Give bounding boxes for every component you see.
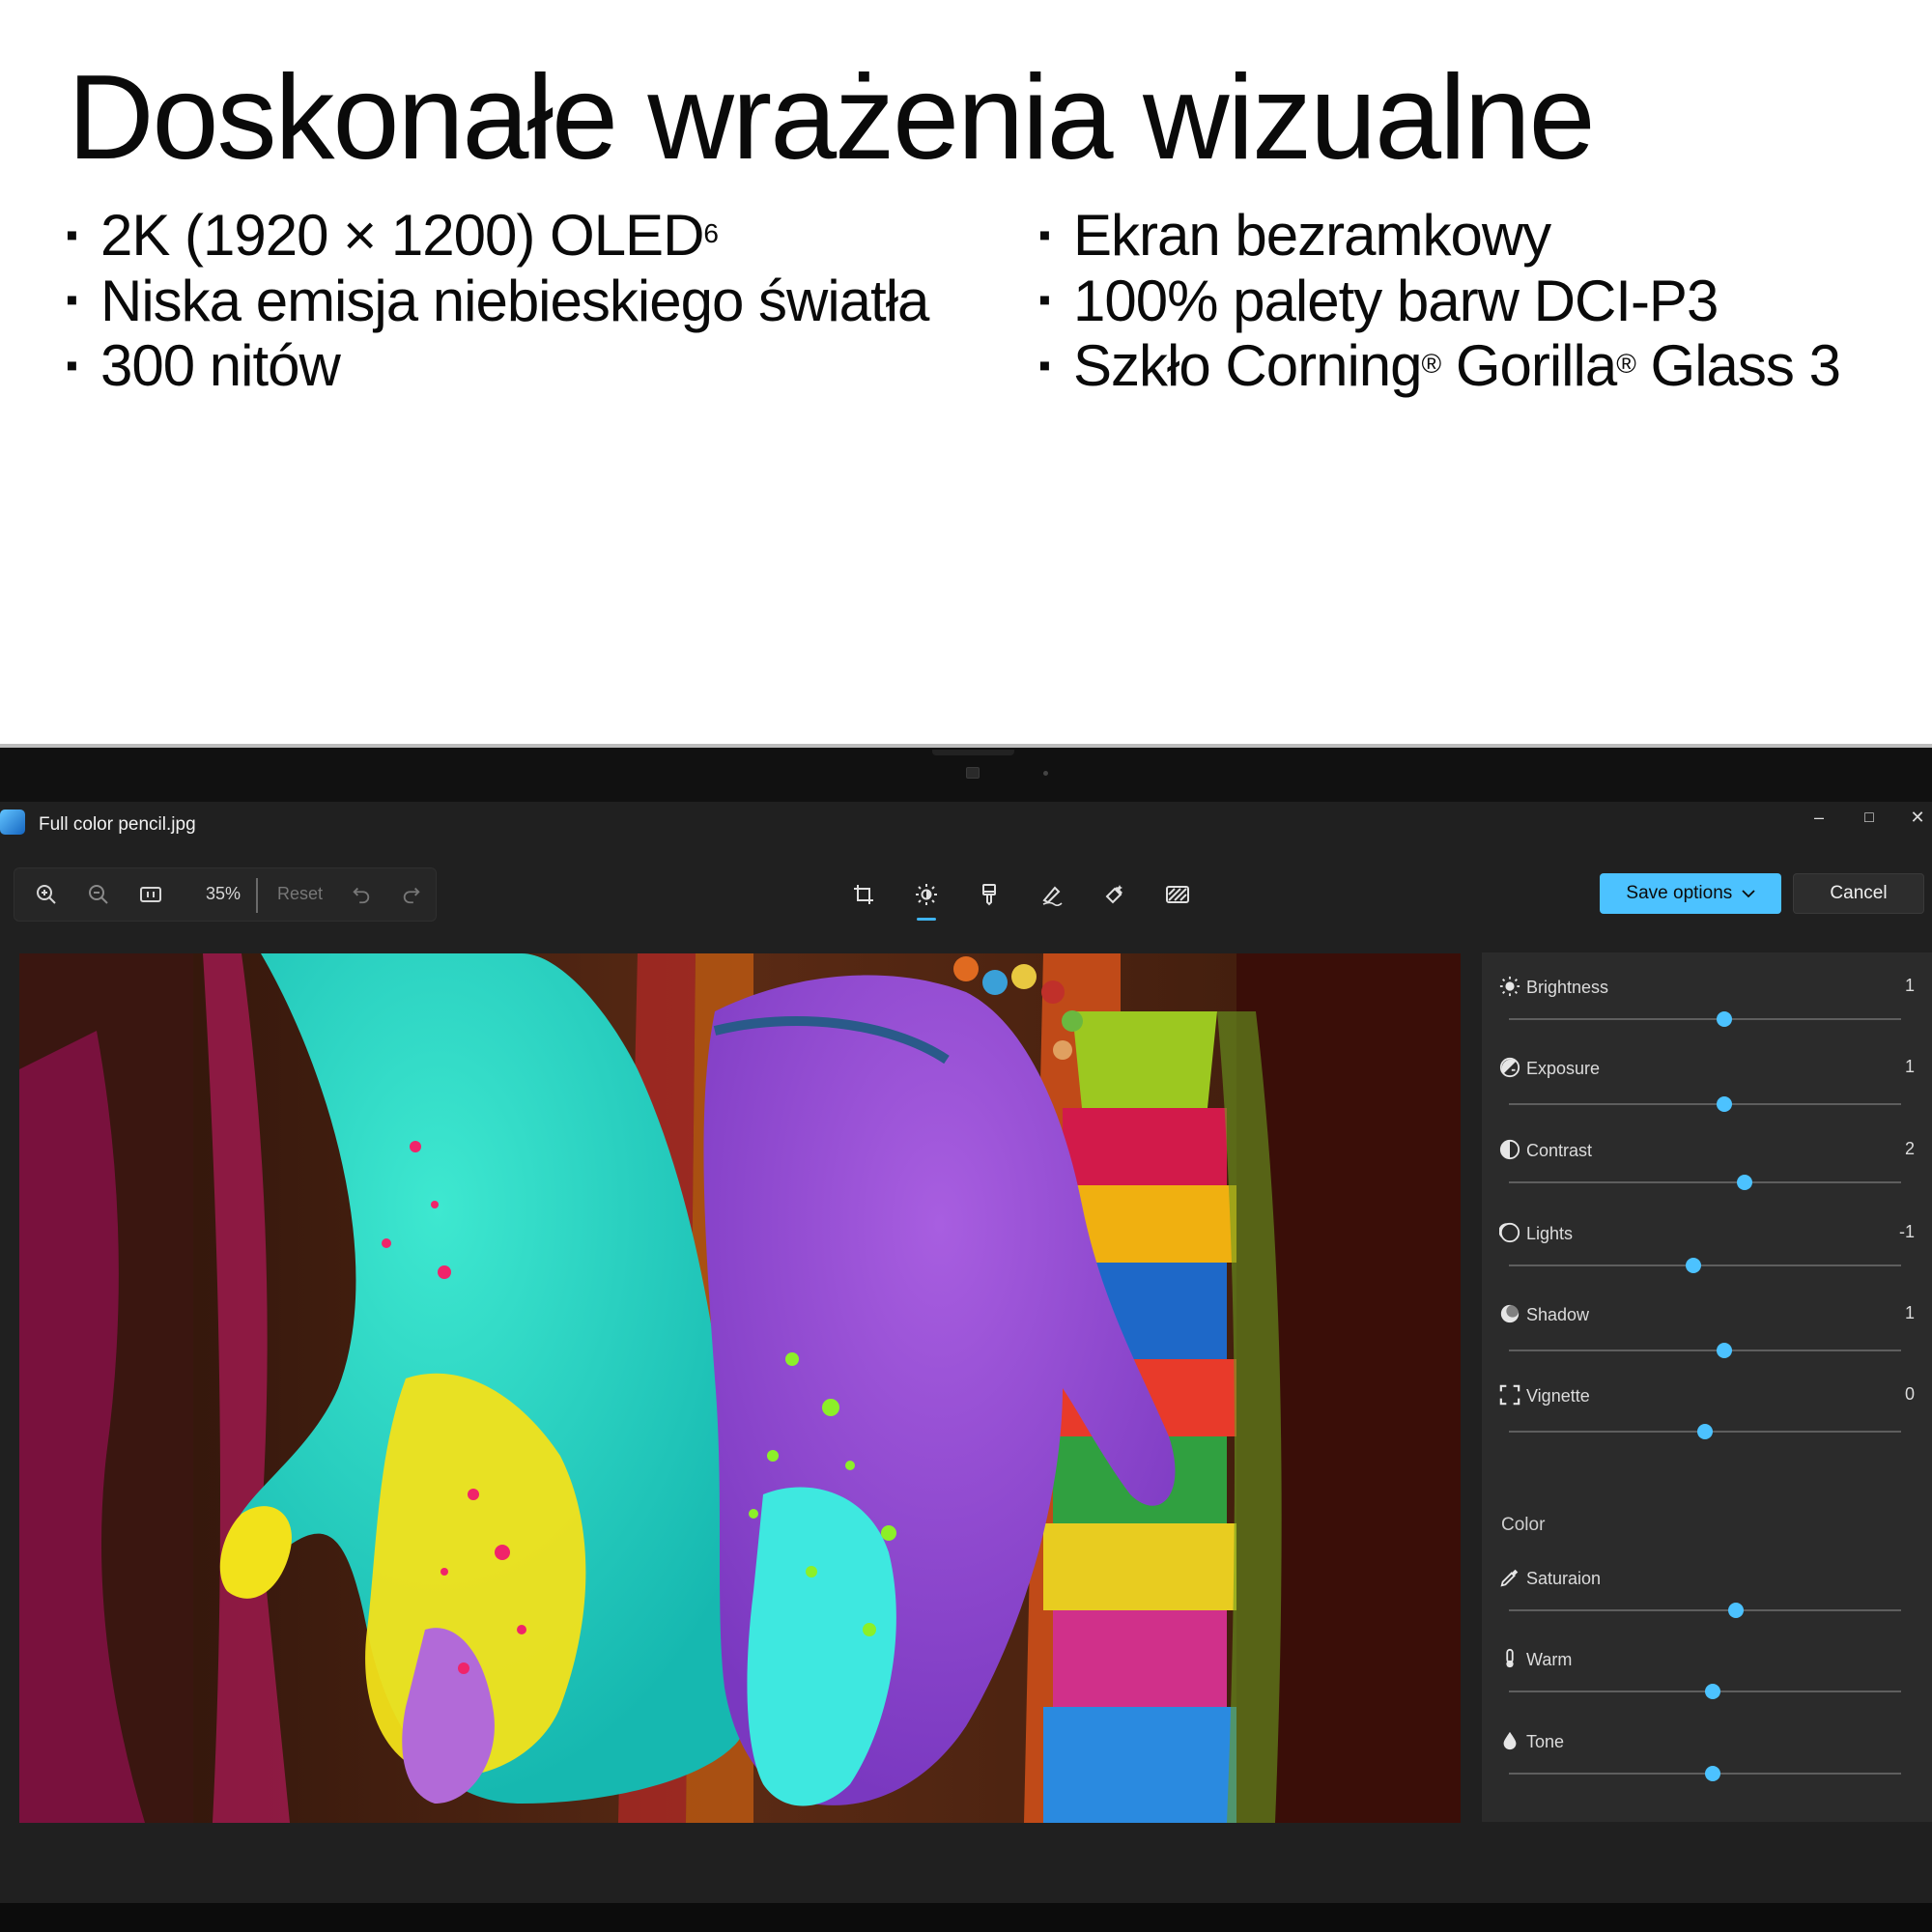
drop-icon	[1499, 1730, 1520, 1751]
lights-label: Lights	[1526, 1224, 1574, 1243]
crop-icon[interactable]	[848, 879, 879, 910]
lights-slider[interactable]	[1509, 1258, 1901, 1273]
warm-slider[interactable]	[1509, 1684, 1901, 1699]
contrast-value: 2	[1904, 1139, 1915, 1158]
vignette-icon	[1499, 1384, 1520, 1406]
background-icon[interactable]	[1162, 879, 1193, 910]
vignette-slider[interactable]	[1509, 1424, 1901, 1439]
feature-item: 2K (1920 × 1200) OLED6	[66, 205, 928, 270]
feature-item: Ekran bezramkowy	[1038, 205, 1840, 270]
filter-icon[interactable]	[974, 879, 1005, 910]
erase-icon[interactable]	[1099, 879, 1130, 910]
thermometer-icon	[1499, 1648, 1520, 1669]
adjustment-lights: Lights -1	[1499, 1222, 1915, 1290]
brightness-label: Brightness	[1526, 978, 1609, 997]
exposure-slider[interactable]	[1509, 1096, 1901, 1112]
minimize-button[interactable]: –	[1804, 808, 1833, 828]
sun-icon	[1499, 976, 1520, 997]
shadow-label: Shadow	[1526, 1305, 1590, 1324]
adjustment-icon[interactable]	[911, 879, 942, 921]
vignette-label: Vignette	[1526, 1386, 1590, 1406]
slider-thumb[interactable]	[1705, 1766, 1721, 1781]
chevron-down-icon	[1741, 883, 1755, 904]
slider-thumb[interactable]	[1717, 1011, 1733, 1027]
promo-section: Doskonałe wrażenia wizualne 2K (1920 × 1…	[0, 0, 1932, 744]
adjustment-shadow: Shadow 1	[1499, 1303, 1915, 1371]
laptop-bezel	[0, 744, 1932, 802]
contrast-icon	[1499, 1139, 1520, 1160]
feature-item: 100% palety barw DCI-P3	[1038, 270, 1840, 336]
zoom-out-icon[interactable]	[84, 880, 113, 909]
slider-thumb[interactable]	[1717, 1343, 1733, 1358]
brightness-slider[interactable]	[1509, 1011, 1901, 1027]
warm-label: Warm	[1526, 1650, 1573, 1669]
hinge-notch	[932, 750, 1014, 755]
brightness-value: 1	[1904, 976, 1915, 995]
shadow-slider[interactable]	[1509, 1343, 1901, 1358]
feature-item: Niska emisja niebieskiego światła	[66, 270, 929, 336]
title-bar: Full color pencil.jpg – □ ✕	[0, 802, 1932, 846]
lights-icon	[1499, 1222, 1520, 1243]
tone-label: Tone	[1526, 1732, 1565, 1751]
contrast-label: Contrast	[1526, 1141, 1593, 1160]
adjustment-brightness: Brightness 1	[1499, 976, 1915, 1043]
photo-editor-window: Full color pencil.jpg – □ ✕ 35% Reset Sa…	[0, 802, 1932, 1903]
sensor-dot	[1043, 771, 1048, 776]
reset-button[interactable]: Reset	[277, 884, 323, 904]
vignette-value: 0	[1904, 1384, 1915, 1404]
feature-list-right: Ekran bezramkowy 100% palety barw DCI-P3…	[1038, 205, 1841, 401]
adjustment-contrast: Contrast 2	[1499, 1139, 1915, 1207]
toolbar-divider	[256, 878, 258, 913]
lights-value: -1	[1898, 1222, 1915, 1241]
adjustment-warm: Warm	[1499, 1648, 1915, 1716]
tone-slider[interactable]	[1509, 1766, 1901, 1781]
markup-icon[interactable]	[1037, 879, 1067, 910]
eyedropper-icon	[1499, 1567, 1520, 1588]
zoom-toolbar: 35% Reset	[14, 867, 437, 922]
exposure-label: Exposure	[1526, 1059, 1601, 1078]
save-options-button[interactable]: Save options	[1600, 873, 1781, 914]
adjustment-exposure: Exposure 1	[1499, 1057, 1915, 1124]
feature-item: 300 nitów	[66, 335, 928, 401]
maximize-button[interactable]: □	[1855, 810, 1884, 827]
slider-thumb[interactable]	[1697, 1424, 1713, 1439]
slider-thumb[interactable]	[1705, 1684, 1721, 1699]
footnote-marker: 6	[703, 218, 719, 248]
exposure-icon	[1499, 1057, 1520, 1078]
slider-thumb[interactable]	[1736, 1175, 1752, 1190]
registered-mark: ®	[1421, 349, 1442, 380]
contrast-slider[interactable]	[1509, 1175, 1901, 1190]
adjustment-saturation: Saturaion	[1499, 1567, 1915, 1634]
zoom-in-icon[interactable]	[32, 880, 61, 909]
adjustment-vignette: Vignette 0	[1499, 1384, 1915, 1452]
registered-mark: ®	[1616, 349, 1636, 380]
photo-canvas[interactable]	[19, 953, 1461, 1823]
slider-thumb[interactable]	[1685, 1258, 1701, 1273]
headline: Doskonałe wrażenia wizualne	[68, 51, 1596, 185]
slider-thumb[interactable]	[1728, 1603, 1745, 1618]
window-title: Full color pencil.jpg	[39, 814, 196, 835]
close-button[interactable]: ✕	[1903, 808, 1932, 828]
shadow-icon	[1499, 1303, 1520, 1324]
redo-icon[interactable]	[397, 880, 426, 909]
feature-item: Szkło Corning® Gorilla® Glass 3	[1038, 335, 1841, 401]
undo-icon[interactable]	[347, 880, 376, 909]
shadow-value: 1	[1904, 1303, 1915, 1322]
saturation-slider[interactable]	[1509, 1603, 1901, 1618]
zoom-level[interactable]: 35%	[206, 884, 241, 904]
adjustment-panel: Brightness 1 Exposure 1 Contrast 2 Light…	[1482, 952, 1932, 1822]
webcam-icon	[966, 767, 980, 779]
saturation-label: Saturaion	[1526, 1569, 1602, 1588]
laptop-bottom-bezel	[0, 1903, 1932, 1932]
exposure-value: 1	[1904, 1057, 1915, 1076]
actual-size-icon[interactable]	[136, 880, 165, 909]
feature-list-left: 2K (1920 × 1200) OLED6 Niska emisja nieb…	[66, 205, 929, 401]
photo-image	[19, 953, 1461, 1823]
slider-thumb[interactable]	[1717, 1096, 1733, 1112]
color-section-heading: Color	[1501, 1515, 1546, 1535]
adjustment-tone: Tone	[1499, 1730, 1915, 1798]
cancel-button[interactable]: Cancel	[1793, 873, 1924, 914]
photos-app-icon	[0, 810, 25, 835]
